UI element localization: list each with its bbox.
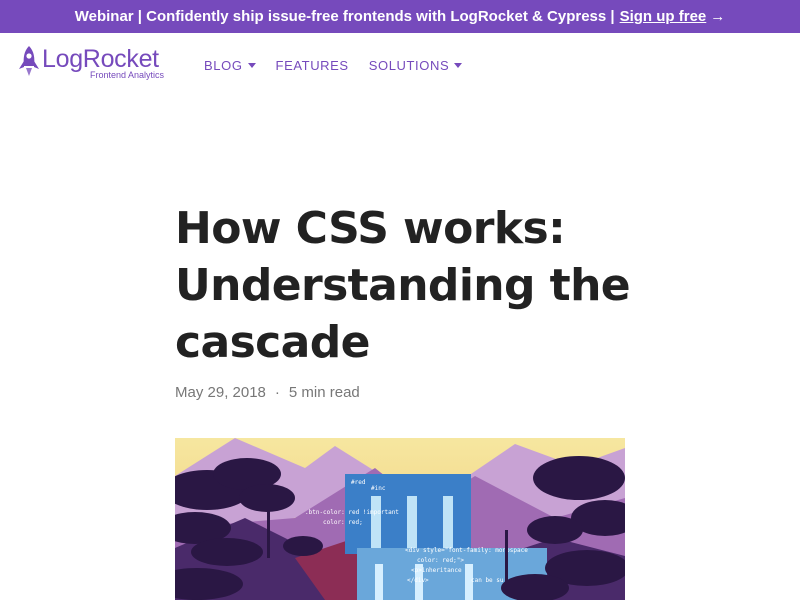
nav-features[interactable]: FEATURES <box>276 58 349 73</box>
article-title: How CSS works: Understanding the cascade <box>175 203 631 368</box>
chevron-down-icon <box>454 63 463 68</box>
chevron-down-icon <box>247 63 256 68</box>
nav-blog[interactable]: BLOG <box>204 58 256 73</box>
nav-solutions[interactable]: SOLUTIONS <box>369 58 463 73</box>
code-fragment: color: red;"> <box>417 557 464 564</box>
logo-tagline: Frontend Analytics <box>90 70 165 80</box>
main-nav: BLOG FEATURES SOLUTIONS <box>204 58 482 73</box>
code-fragment: #inc <box>371 485 386 492</box>
nav-blog-label: BLOG <box>204 58 243 73</box>
hero-illustration-art: #red #inc .btn-color: red !important col… <box>175 438 625 600</box>
code-fragment: </div> <box>407 577 429 584</box>
arrow-right-icon: → <box>710 8 726 25</box>
code-fragment: color: red; <box>323 519 363 526</box>
hero-illustration: #red #inc .btn-color: red !important col… <box>175 438 625 600</box>
code-fragment: #red <box>351 479 366 486</box>
code-fragment: <p>inheritance <box>411 567 462 574</box>
promo-banner-text: Webinar | Confidently ship issue-free fr… <box>74 8 615 25</box>
promo-banner[interactable]: Webinar | Confidently ship issue-free fr… <box>0 0 800 33</box>
code-fragment: <div style="font-family: monospace <box>405 547 528 554</box>
code-fragment: can be su <box>471 577 504 584</box>
rocket-icon <box>19 46 39 76</box>
article-meta: May 29, 2018 · 5 min read <box>175 384 360 401</box>
meta-separator: · <box>274 384 280 401</box>
code-fragment: .btn-color: red !important <box>305 509 399 516</box>
read-time: 5 min read <box>288 384 360 401</box>
sign-up-link[interactable]: Sign up free <box>620 8 707 25</box>
nav-features-label: FEATURES <box>275 58 349 73</box>
publish-date: May 29, 2018 <box>175 384 266 401</box>
nav-solutions-label: SOLUTIONS <box>368 58 450 73</box>
site-header: LogRocket Frontend Analytics BLOG FEATUR… <box>0 33 800 97</box>
logrocket-logo[interactable]: LogRocket Frontend Analytics <box>18 43 178 87</box>
